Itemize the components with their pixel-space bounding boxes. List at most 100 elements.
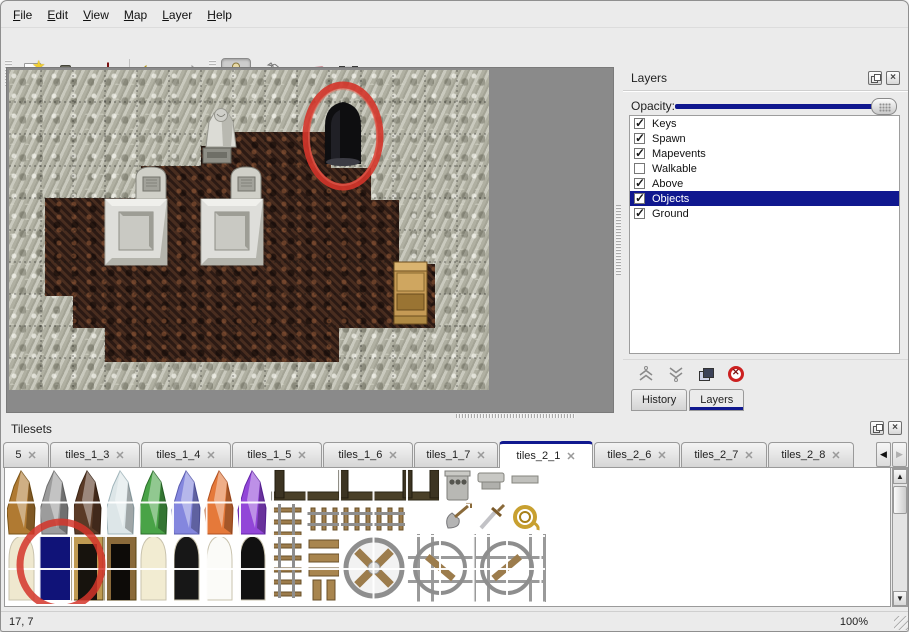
tileset-tab[interactable]: 5✕: [3, 442, 49, 467]
white-cave-opening[interactable]: [207, 536, 232, 600]
pillar-capital[interactable]: [478, 473, 504, 489]
gray-rock[interactable]: [40, 471, 68, 534]
menu-help[interactable]: Help: [201, 5, 241, 25]
chevron-up-icon: [637, 365, 655, 383]
opacity-slider-handle[interactable]: [871, 98, 897, 115]
close-icon: ×: [892, 423, 898, 433]
layer-visibility-checkbox[interactable]: ✓: [634, 208, 645, 219]
dark-brown-rock[interactable]: [73, 471, 101, 534]
close-panel-button[interactable]: ×: [886, 71, 900, 85]
layer-visibility-checkbox[interactable]: ✓: [634, 178, 645, 189]
close-tab-icon[interactable]: ✕: [115, 449, 124, 462]
purple-crystal[interactable]: [238, 471, 266, 534]
close-tab-icon[interactable]: ✕: [566, 450, 575, 463]
layer-row-objects[interactable]: ✓Objects: [630, 191, 899, 206]
float-icon: [873, 424, 882, 433]
layer-visibility-checkbox[interactable]: ✓: [634, 163, 645, 174]
close-panel-button[interactable]: ×: [888, 421, 902, 435]
vertical-splitter[interactable]: [615, 67, 622, 413]
move-layer-down-button[interactable]: [665, 363, 687, 385]
scrollbar-thumb[interactable]: [893, 486, 907, 514]
layer-row-above[interactable]: ✓Above: [630, 176, 899, 191]
menu-bar: File Edit View Map Layer Help: [7, 4, 241, 26]
blue-crystal[interactable]: [172, 471, 200, 534]
scroll-up-button[interactable]: ▲: [893, 469, 907, 484]
black-arch-opening[interactable]: [240, 536, 265, 600]
layer-row-mapevents[interactable]: ✓Mapevents: [630, 146, 899, 161]
layer-visibility-checkbox[interactable]: ✓: [634, 193, 645, 204]
dark-doorway[interactable]: [105, 536, 136, 600]
menu-layer[interactable]: Layer: [156, 5, 201, 25]
tileset-tab[interactable]: tiles_2_6✕: [594, 442, 680, 467]
delete-layer-button[interactable]: [725, 363, 747, 385]
scroll-tabs-right-button[interactable]: ▶: [892, 442, 907, 467]
stone-bar[interactable]: [512, 476, 538, 483]
map-canvas[interactable]: [9, 70, 489, 390]
close-tab-icon[interactable]: ✕: [657, 449, 666, 462]
layer-list[interactable]: ✓Keys ✓ Spawn ✓Mapevents ✓Walkable ✓Above…: [629, 115, 900, 354]
orange-crystal[interactable]: [205, 471, 233, 534]
menu-map[interactable]: Map: [118, 5, 156, 25]
layer-row-ground[interactable]: ✓Ground: [630, 206, 899, 221]
black-cave-opening[interactable]: [174, 536, 199, 600]
close-tab-icon[interactable]: ✕: [388, 449, 397, 462]
close-tab-icon[interactable]: ✕: [831, 449, 840, 462]
opacity-label: Opacity:: [631, 99, 675, 113]
layer-visibility-checkbox[interactable]: ✓: [634, 118, 645, 129]
layer-row-spawn[interactable]: ✓ Spawn: [630, 131, 899, 146]
shovel[interactable]: [447, 503, 471, 528]
close-tab-icon[interactable]: ✕: [297, 449, 306, 462]
layer-visibility-checkbox[interactable]: ✓: [634, 148, 645, 159]
skull-pillar[interactable]: [445, 471, 470, 500]
map-view[interactable]: [6, 67, 614, 413]
tileset-tab-active[interactable]: tiles_2_1✕: [499, 441, 593, 468]
tileset-tab[interactable]: tiles_1_3✕: [50, 442, 140, 467]
float-panel-button[interactable]: [870, 421, 884, 435]
float-panel-button[interactable]: [868, 71, 882, 85]
tileset-tab[interactable]: tiles_1_5✕: [232, 442, 322, 467]
wood-beams[interactable]: [272, 470, 439, 500]
tileset-tab[interactable]: tiles_2_7✕: [681, 442, 767, 467]
wood-planks[interactable]: [309, 540, 339, 600]
tab-layers[interactable]: Layers: [689, 389, 744, 411]
wood-doorframe[interactable]: [72, 536, 103, 600]
tileset-content[interactable]: [4, 468, 891, 607]
close-tab-icon[interactable]: ✕: [744, 449, 753, 462]
layer-label: Spawn: [652, 133, 686, 145]
tileset-vertical-scrollbar[interactable]: ▲ ▼: [892, 468, 908, 607]
rail-crossing[interactable]: [407, 534, 546, 602]
close-tab-icon[interactable]: ✕: [476, 449, 485, 462]
tileset-tab[interactable]: tiles_1_6✕: [323, 442, 413, 467]
tileset-tab[interactable]: tiles_2_8✕: [768, 442, 854, 467]
green-crystal[interactable]: [139, 471, 167, 534]
close-tab-icon[interactable]: ✕: [206, 449, 215, 462]
rope-coil[interactable]: [515, 507, 538, 530]
menu-view[interactable]: View: [77, 5, 118, 25]
layer-row-keys[interactable]: ✓Keys: [630, 116, 899, 131]
layer-visibility-checkbox[interactable]: ✓: [634, 133, 645, 144]
resize-grip[interactable]: [894, 616, 908, 630]
rail-turntable[interactable]: [346, 540, 402, 596]
layer-row-walkable[interactable]: ✓Walkable: [630, 161, 899, 176]
menu-edit[interactable]: Edit: [41, 5, 77, 25]
gold-ore-rock[interactable]: [7, 471, 35, 534]
sword[interactable]: [481, 505, 504, 528]
tab-history[interactable]: History: [631, 389, 687, 411]
move-layer-up-button[interactable]: [635, 363, 657, 385]
close-tab-icon[interactable]: ✕: [27, 449, 36, 462]
toolbar: ★: [1, 27, 909, 65]
vertical-rail[interactable]: [273, 504, 301, 598]
cream-cave-opening[interactable]: [141, 536, 166, 600]
duplicate-layer-button[interactable]: [695, 363, 717, 385]
arrow-right-icon: ▶: [896, 449, 903, 460]
pale-cave-opening[interactable]: [9, 536, 34, 600]
scroll-down-button[interactable]: ▼: [893, 591, 907, 606]
selected-blue-tile[interactable]: [39, 536, 70, 600]
tileset-tab[interactable]: tiles_1_4✕: [141, 442, 231, 467]
menu-file[interactable]: File: [7, 5, 41, 25]
horizontal-rail[interactable]: [307, 508, 405, 530]
scroll-tabs-left-button[interactable]: ◀: [876, 442, 891, 467]
tileset-tab[interactable]: tiles_1_7✕: [414, 442, 498, 467]
ice-rock[interactable]: [106, 471, 134, 534]
opacity-slider[interactable]: [675, 104, 879, 109]
